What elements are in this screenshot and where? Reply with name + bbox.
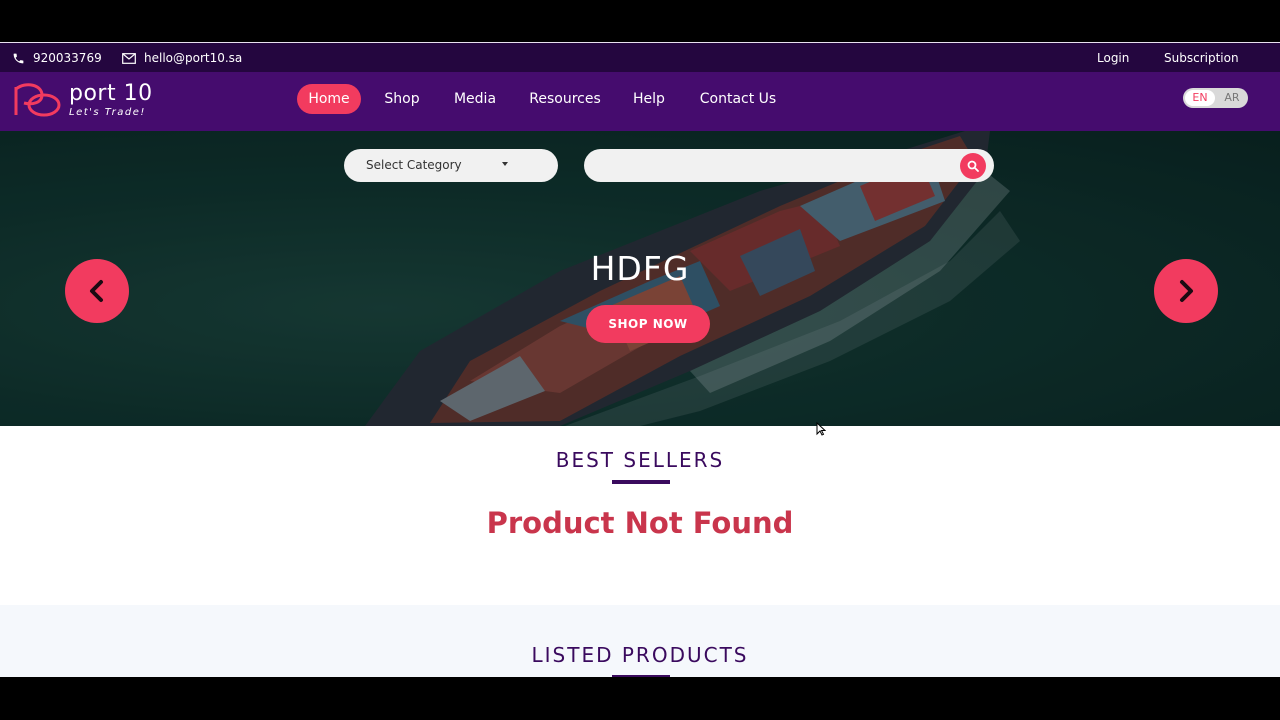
nav-contact-us[interactable]: Contact Us (692, 84, 784, 114)
mail-icon (122, 52, 136, 64)
subscription-link[interactable]: Subscription (1164, 51, 1239, 65)
category-select-label: Select Category (366, 158, 462, 172)
carousel-next-button[interactable] (1154, 259, 1218, 323)
logo-mark-icon (14, 83, 61, 117)
phone-icon (13, 53, 24, 63)
search-button[interactable] (960, 153, 986, 179)
email-address: hello@port10.sa (144, 51, 243, 65)
mouse-cursor-icon (816, 422, 826, 436)
page-viewport: 920033769 hello@port10.sa Login Subscrip… (0, 42, 1280, 677)
nav-home[interactable]: Home (297, 84, 361, 114)
listed-products-heading: LISTED PRODUCTS (531, 643, 749, 667)
brand-tagline: Let's Trade! (69, 107, 146, 118)
hero-title: HDFG (590, 249, 690, 288)
heading-underline (612, 675, 670, 677)
heading-underline (612, 480, 670, 484)
best-sellers-section: BEST SELLERS Product Not Found (0, 426, 1280, 605)
empty-state-message: Product Not Found (486, 506, 794, 540)
lang-ar-option[interactable]: AR (1219, 90, 1245, 106)
hero-banner: Select Category HDFG SHOP NOW (0, 131, 1280, 426)
caret-down-icon (502, 162, 508, 166)
nav-help[interactable]: Help (626, 84, 672, 114)
search-icon (967, 160, 979, 172)
search-box (584, 149, 994, 182)
port10-logo[interactable]: port 10 Let's Trade! (12, 81, 172, 123)
nav-media[interactable]: Media (446, 84, 504, 114)
contact-bar: 920033769 hello@port10.sa Login Subscrip… (0, 42, 1280, 72)
carousel-prev-button[interactable] (65, 259, 129, 323)
best-sellers-heading: BEST SELLERS (555, 448, 725, 472)
chevron-right-icon (1180, 280, 1193, 302)
lang-en-option[interactable]: EN (1185, 90, 1215, 106)
category-select[interactable]: Select Category (344, 149, 558, 182)
nav-resources[interactable]: Resources (522, 84, 608, 114)
search-input[interactable] (600, 155, 950, 176)
email-contact[interactable]: hello@port10.sa (122, 51, 242, 65)
nav-shop[interactable]: Shop (376, 84, 428, 114)
login-link[interactable]: Login (1097, 51, 1129, 65)
phone-contact[interactable]: 920033769 (12, 51, 102, 65)
chevron-left-icon (90, 280, 103, 302)
language-toggle[interactable]: EN AR (1183, 88, 1248, 108)
listed-products-section: LISTED PRODUCTS (0, 605, 1280, 677)
brand-name: port 10 (69, 81, 153, 106)
phone-number: 920033769 (33, 51, 102, 65)
main-navbar: port 10 Let's Trade! Home Shop Media Res… (0, 72, 1280, 131)
shop-now-button[interactable]: SHOP NOW (586, 305, 710, 343)
